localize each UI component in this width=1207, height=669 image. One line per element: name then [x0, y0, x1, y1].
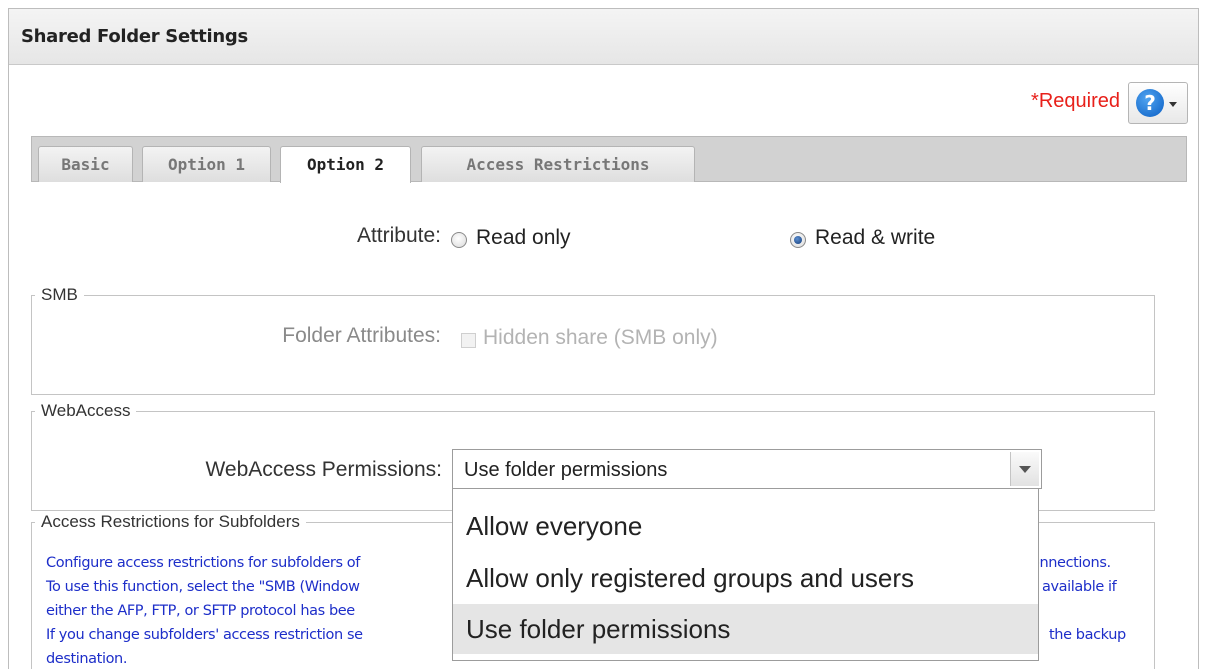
chevron-down-icon — [1169, 102, 1177, 107]
radio-read-only-label[interactable]: Read only — [476, 226, 571, 250]
subfolders-legend: Access Restrictions for Subfolders — [35, 512, 306, 532]
webaccess-permissions-select[interactable]: Use folder permissions — [452, 449, 1042, 489]
question-circle-icon: ? — [1136, 89, 1164, 117]
help-button[interactable]: ? — [1128, 82, 1188, 124]
radio-read-write[interactable] — [790, 232, 806, 248]
webaccess-permissions-label: WebAccess Permissions: — [205, 458, 442, 481]
hidden-share-checkbox[interactable] — [461, 333, 476, 348]
panel-header: Shared Folder Settings — [9, 9, 1198, 65]
required-label: *Required — [1031, 90, 1120, 112]
tab-access-restrictions[interactable]: Access Restrictions — [421, 146, 695, 182]
chevron-down-icon[interactable] — [1010, 452, 1039, 486]
webaccess-legend: WebAccess — [35, 401, 137, 421]
radio-read-write-label[interactable]: Read & write — [815, 226, 935, 250]
option-use-folder-permissions[interactable]: Use folder permissions — [453, 604, 1038, 654]
select-value: Use folder permissions — [464, 459, 668, 481]
shared-folder-settings-panel: Shared Folder Settings *Required ? Basic… — [8, 8, 1199, 669]
subfolders-info-line-4: If you change subfolders' access restric… — [46, 627, 363, 643]
tab-bar: Basic Option 1 Option 2 Access Restricti… — [31, 136, 1187, 183]
subfolders-info-line-2: To use this function, select the "SMB (W… — [46, 579, 360, 595]
radio-read-only[interactable] — [451, 232, 467, 248]
subfolders-info-right-2: available if — [1042, 579, 1117, 595]
subfolders-info-line-5: destination. — [46, 651, 128, 667]
subfolders-info-line-1: Configure access restrictions for subfol… — [46, 555, 360, 571]
webaccess-permissions-dropdown: Allow everyone Allow only registered gro… — [452, 489, 1039, 661]
smb-legend: SMB — [35, 285, 84, 305]
option-allow-everyone[interactable]: Allow everyone — [453, 501, 1038, 551]
folder-attributes-label: Folder Attributes: — [282, 324, 441, 347]
option-allow-registered[interactable]: Allow only registered groups and users — [453, 553, 1038, 603]
tab-option-2[interactable]: Option 2 — [280, 146, 411, 183]
hidden-share-label: Hidden share (SMB only) — [483, 326, 718, 349]
subfolders-info-right-1: onnections. — [1031, 555, 1111, 571]
subfolders-info-right-4: the backup — [1049, 627, 1126, 643]
attribute-label: Attribute: — [356, 224, 441, 247]
tab-option-1[interactable]: Option 1 — [142, 146, 271, 182]
subfolders-info-line-3: either the AFP, FTP, or SFTP protocol ha… — [46, 603, 355, 619]
panel-title: Shared Folder Settings — [21, 26, 248, 47]
tab-basic[interactable]: Basic — [38, 146, 133, 182]
